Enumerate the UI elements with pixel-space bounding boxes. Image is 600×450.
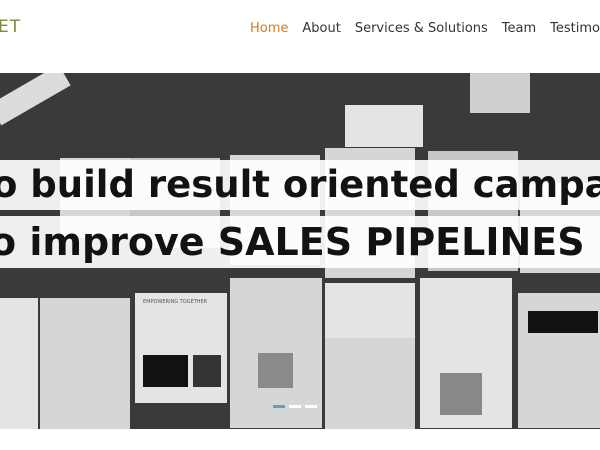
nav-item-services-solutions[interactable]: Services & Solutions — [355, 21, 488, 36]
hero-photo-paper — [0, 298, 38, 429]
nav-item-team[interactable]: Team — [502, 21, 536, 36]
slider-dot-3[interactable] — [305, 405, 317, 408]
hero-photo-paper — [518, 293, 600, 428]
hero-photo-image — [143, 355, 188, 387]
site-header: ET Home About Services & Solutions Team … — [0, 0, 600, 70]
hero-photo-arm-right — [470, 73, 530, 113]
hero-photo-paper: EMPOWERING TOGETHER — [135, 293, 227, 403]
hero-photo-paper — [40, 298, 130, 429]
hero-slider: EMPOWERING TOGETHER o build result orien… — [0, 73, 600, 429]
hero-photo-image — [528, 311, 598, 333]
hero-photo-paper — [325, 338, 415, 429]
main-nav: Home About Services & Solutions Team Tes… — [250, 21, 600, 36]
slider-dot-2[interactable] — [289, 405, 301, 408]
slider-dot-1[interactable] — [273, 405, 285, 408]
hero-photo-arm-left — [0, 73, 71, 126]
hero-photo-paper — [325, 283, 415, 343]
hero-photo-paper — [420, 278, 512, 428]
nav-item-home[interactable]: Home — [250, 21, 288, 36]
brand-logo[interactable]: ET — [0, 17, 21, 37]
nav-item-testimonials[interactable]: Testimonials — [550, 21, 600, 36]
paper-caption: EMPOWERING TOGETHER — [143, 299, 208, 305]
page-content-start — [0, 429, 600, 450]
hero-headline-line-1: o build result oriented campai — [0, 163, 600, 206]
hero-photo-square — [440, 373, 482, 415]
hero-photo-image — [193, 355, 221, 387]
hero-photo-paper — [345, 105, 423, 147]
slider-pagination — [273, 405, 317, 408]
hero-headline-line-2: o improve SALES PIPELINES — [0, 220, 585, 264]
hero-photo-square — [258, 353, 293, 388]
nav-item-about[interactable]: About — [302, 21, 340, 36]
